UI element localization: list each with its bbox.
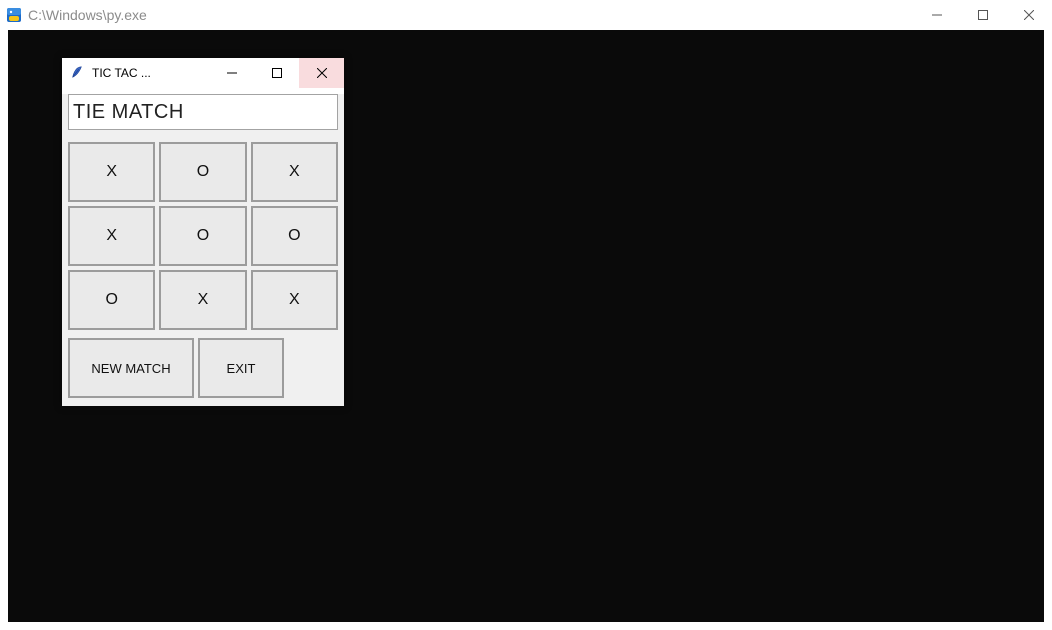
exit-button[interactable]: EXIT	[198, 338, 284, 398]
tk-close-button[interactable]	[299, 58, 344, 88]
console-title: C:\Windows\py.exe	[28, 7, 147, 23]
game-grid-wrap: X O X X O O O X X	[62, 134, 344, 334]
tictactoe-window: TIC TAC ... TIE MATCH	[62, 58, 344, 406]
new-match-button[interactable]: NEW MATCH	[68, 338, 194, 398]
cell-1-2[interactable]: O	[251, 206, 338, 266]
tictactoe-body: TIE MATCH X O X X O O O X X	[62, 94, 344, 406]
game-grid: X O X X O O O X X	[66, 140, 340, 332]
console-window: C:\Windows\py.exe TIC TAC .	[0, 0, 1052, 630]
feather-icon	[70, 65, 86, 81]
bottom-buttons: NEW MATCH EXIT	[62, 334, 344, 406]
status-text: TIE MATCH	[73, 101, 184, 124]
cell-0-0[interactable]: X	[68, 142, 155, 202]
tictactoe-window-controls	[209, 58, 344, 88]
maximize-button[interactable]	[960, 0, 1006, 29]
console-window-controls	[914, 0, 1052, 30]
tictactoe-title: TIC TAC ...	[92, 66, 151, 80]
cell-0-1[interactable]: O	[159, 142, 246, 202]
console-body: TIC TAC ... TIE MATCH	[8, 30, 1044, 622]
console-app-icon	[6, 7, 22, 23]
tictactoe-titlebar: TIC TAC ...	[62, 58, 344, 88]
cell-2-1[interactable]: X	[159, 270, 246, 330]
status-display: TIE MATCH	[68, 94, 338, 130]
cell-0-2[interactable]: X	[251, 142, 338, 202]
tk-maximize-button[interactable]	[254, 58, 299, 88]
cell-1-1[interactable]: O	[159, 206, 246, 266]
close-button[interactable]	[1006, 0, 1052, 29]
cell-1-0[interactable]: X	[68, 206, 155, 266]
minimize-button[interactable]	[914, 0, 960, 29]
tk-minimize-button[interactable]	[209, 58, 254, 88]
cell-2-0[interactable]: O	[68, 270, 155, 330]
console-titlebar: C:\Windows\py.exe	[0, 0, 1052, 30]
cell-2-2[interactable]: X	[251, 270, 338, 330]
